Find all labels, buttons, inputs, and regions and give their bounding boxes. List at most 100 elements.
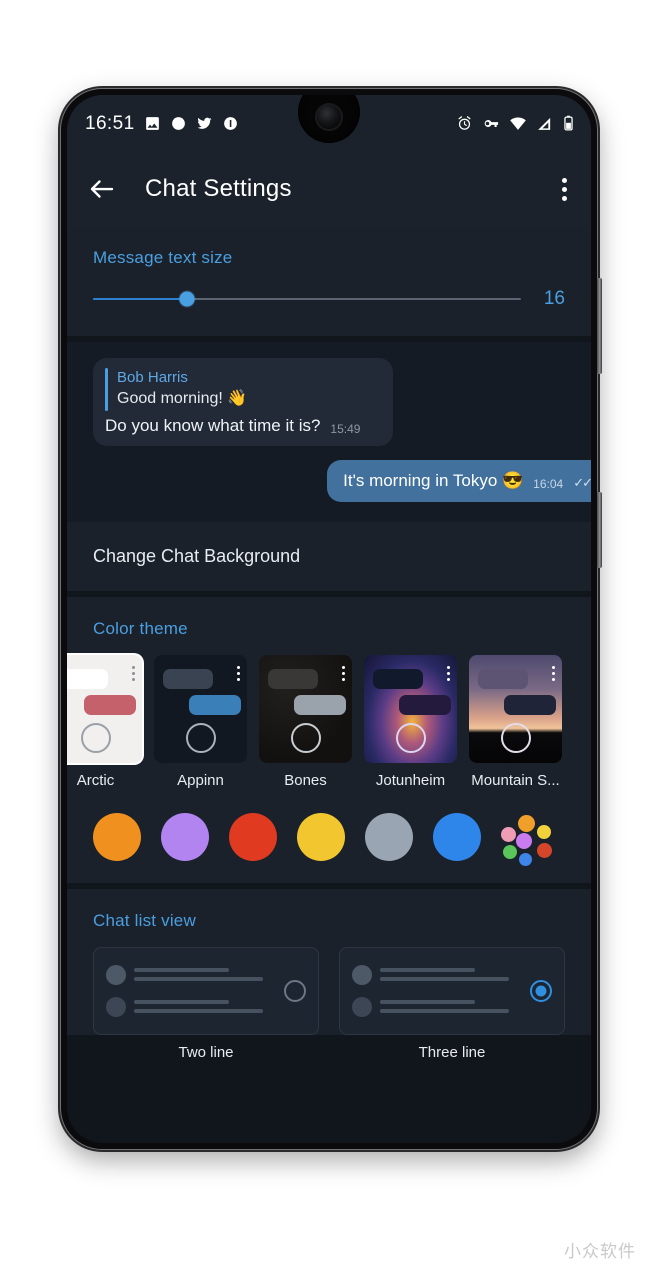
outgoing-message-row: It's morning in Tokyo 😎 16:04 ✓✓	[67, 459, 591, 502]
outgoing-message-text: It's morning in Tokyo 😎	[343, 470, 524, 490]
list-item-line	[134, 977, 263, 982]
theme-name-label: Mountain S...	[471, 771, 560, 789]
color-theme-card: Color theme Arctic Appinn Bones Jotunheim Mo…	[67, 596, 591, 883]
accent-color-row[interactable]	[67, 793, 591, 883]
accent-swatch-grey[interactable]	[365, 812, 413, 861]
chat-list-view-options: Two line Three line	[67, 931, 591, 1061]
list-item	[352, 996, 520, 1017]
theme-item[interactable]: Appinn	[154, 654, 247, 789]
chat-list-view-title: Chat list view	[93, 910, 196, 930]
list-item-line	[380, 1009, 509, 1014]
theme-preview-card[interactable]	[259, 654, 352, 763]
accent-swatch-blue[interactable]	[433, 812, 481, 861]
theme-bubble-outgoing	[399, 694, 451, 715]
list-item-lines	[134, 968, 274, 982]
chat-preview: Bob Harris Good morning! 👋 Do you know w…	[67, 342, 591, 522]
overflow-menu-icon[interactable]	[556, 172, 573, 207]
avatar	[106, 964, 126, 985]
color-theme-title: Color theme	[93, 618, 188, 638]
text-size-value: 16	[543, 288, 565, 309]
theme-bubble-incoming	[373, 668, 423, 689]
list-item-lines	[134, 1000, 274, 1014]
volume-button[interactable]	[597, 492, 602, 568]
list-preview	[106, 964, 274, 1017]
custom-swatch-dot	[503, 844, 517, 859]
theme-name-label: Appinn	[177, 771, 224, 789]
theme-dot	[447, 677, 450, 681]
theme-name-label: Arctic	[76, 771, 115, 789]
theme-ring-icon	[395, 722, 426, 753]
theme-dot	[552, 665, 555, 669]
theme-dot	[552, 671, 555, 675]
theme-bubble-outgoing	[84, 694, 136, 715]
theme-preview-card[interactable]	[154, 654, 247, 763]
theme-preview-card[interactable]	[469, 654, 562, 763]
list-item-line	[380, 968, 476, 973]
change-chat-background-card[interactable]: Change Chat Background	[67, 521, 591, 591]
custom-swatch-dot	[519, 852, 532, 866]
incoming-message-time: 15:49	[330, 421, 361, 436]
theme-ring-icon	[80, 722, 111, 753]
list-item	[106, 964, 274, 985]
read-receipt-icon: ✓✓	[573, 474, 591, 490]
theme-item[interactable]: Jotunheim	[364, 654, 457, 789]
theme-item[interactable]: Bones	[259, 654, 352, 789]
theme-dot	[552, 677, 555, 681]
theme-dot	[342, 677, 345, 681]
info-icon	[223, 117, 237, 130]
radio-button[interactable]	[284, 979, 306, 1002]
theme-name-label: Jotunheim	[375, 771, 446, 789]
message-text-size-card: Message text size 16	[67, 226, 591, 336]
avatar	[352, 964, 372, 985]
cell-signal-icon	[538, 117, 551, 130]
settings-scroll-container[interactable]: Message text size 16 Bob Harris Good mor…	[67, 226, 591, 1143]
theme-overflow-dots-icon	[237, 665, 240, 681]
change-chat-background-label: Change Chat Background	[93, 545, 301, 566]
phone-screen: 16:51 Chat Settings Message text size 16…	[67, 95, 591, 1143]
chat-list-view-option-label: Two line	[178, 1043, 234, 1061]
chat-list-view-option-two-line[interactable]: Two line	[93, 946, 319, 1061]
custom-swatch-dot	[516, 832, 532, 849]
list-item-line	[380, 1000, 476, 1005]
power-button[interactable]	[597, 278, 602, 374]
custom-color-picker[interactable]	[501, 813, 553, 866]
theme-bubble-incoming	[268, 668, 318, 689]
theme-bubble-incoming	[478, 668, 528, 689]
status-bar-right	[456, 115, 575, 132]
theme-dot	[132, 671, 135, 675]
status-bar-clock: 16:51	[85, 112, 135, 134]
custom-swatch-dot	[518, 814, 535, 832]
accent-swatch-purple[interactable]	[161, 812, 209, 861]
theme-item[interactable]: Mountain S...	[469, 654, 562, 789]
accent-swatch-orange[interactable]	[93, 812, 141, 861]
theme-item[interactable]: Arctic	[67, 654, 142, 789]
theme-preview-card[interactable]	[364, 654, 457, 763]
battery-icon	[564, 115, 573, 131]
overflow-dot	[562, 195, 567, 201]
chat-list-view-option-three-line[interactable]: Three line	[339, 946, 565, 1061]
message-text-size-row: 16	[67, 268, 591, 336]
list-item-line	[134, 968, 230, 973]
overflow-dot	[562, 186, 567, 192]
list-item	[352, 964, 520, 985]
theme-bubble-outgoing	[294, 694, 346, 715]
accent-swatch-red[interactable]	[229, 812, 277, 861]
app-bar: Chat Settings	[67, 152, 591, 226]
theme-ring-icon	[500, 722, 531, 753]
theme-dot	[132, 677, 135, 681]
incoming-message-bubble: Bob Harris Good morning! 👋 Do you know w…	[93, 358, 393, 446]
theme-carousel[interactable]: Arctic Appinn Bones Jotunheim Mountain S...	[67, 639, 591, 793]
list-item-lines	[380, 968, 520, 982]
theme-dot	[342, 671, 345, 675]
slider-thumb[interactable]	[179, 291, 195, 307]
slider-fill	[93, 298, 188, 300]
theme-preview-card[interactable]	[67, 654, 142, 763]
back-arrow-icon[interactable]	[87, 174, 117, 204]
vpn-key-icon	[484, 119, 499, 128]
radio-button[interactable]	[530, 979, 552, 1002]
text-size-slider[interactable]	[93, 291, 521, 307]
accent-swatch-yellow[interactable]	[297, 812, 345, 861]
incoming-message-line: Do you know what time it is? 15:49	[105, 415, 379, 438]
page-title: Chat Settings	[145, 175, 292, 202]
theme-dot	[237, 665, 240, 669]
